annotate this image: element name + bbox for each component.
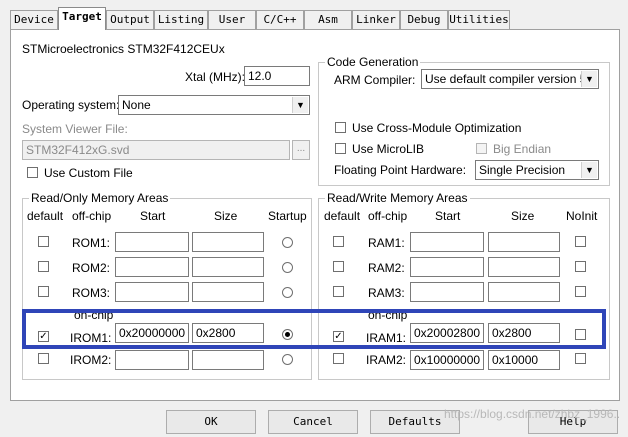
highlight-box <box>22 309 606 349</box>
tab-target[interactable]: Target <box>58 7 106 30</box>
irom2-startup-radio[interactable] <box>282 354 293 365</box>
tab-utilities[interactable]: Utilities <box>448 10 510 29</box>
chevron-down-icon[interactable]: ▼ <box>581 162 597 178</box>
ram3-label: RAM3: <box>368 286 405 300</box>
arm-compiler-label: ARM Compiler: <box>334 73 416 87</box>
ram-header-noinit: NoInit <box>566 209 598 223</box>
ram3-start-input[interactable] <box>410 282 484 302</box>
tab-debug[interactable]: Debug <box>400 10 448 29</box>
ram-header-size: Size <box>511 209 535 223</box>
rom-header-offchip: off-chip <box>72 209 112 223</box>
ram2-size-input[interactable] <box>488 257 560 277</box>
ram1-default-checkbox[interactable] <box>333 236 344 247</box>
microlib-label: Use MicroLIB <box>352 142 425 156</box>
iram2-noinit-checkbox[interactable] <box>575 353 586 364</box>
irom2-default-checkbox[interactable] <box>38 353 49 364</box>
tab-bar: Device Target Output Listing User C/C++ … <box>0 0 628 30</box>
rom2-startup-radio[interactable] <box>282 262 293 273</box>
iram2-default-checkbox[interactable] <box>333 353 344 364</box>
arm-compiler-select[interactable]: Use default compiler version 5 ▼ <box>421 69 599 89</box>
ram-group-title: Read/Write Memory Areas <box>325 191 470 205</box>
tab-device[interactable]: Device <box>10 10 58 29</box>
use-custom-file-checkbox[interactable] <box>27 167 38 178</box>
ram2-label: RAM2: <box>368 261 405 275</box>
os-select[interactable]: None ▼ <box>118 95 310 115</box>
code-generation-title: Code Generation <box>325 55 421 69</box>
svf-browse-button[interactable]: ... <box>292 140 310 160</box>
rom-header-start: Start <box>140 209 166 223</box>
fph-label: Floating Point Hardware: <box>334 163 467 177</box>
tab-asm[interactable]: Asm <box>304 10 352 29</box>
watermark: https://blog.csdn.net/zhbz_1996.. <box>444 407 621 421</box>
rom1-startup-radio[interactable] <box>282 237 293 248</box>
rom1-label: ROM1: <box>72 236 111 250</box>
rom3-default-checkbox[interactable] <box>38 286 49 297</box>
ram3-size-input[interactable] <box>488 282 560 302</box>
rom-group-title: Read/Only Memory Areas <box>29 191 171 205</box>
rom-header-size: Size <box>214 209 238 223</box>
tab-output[interactable]: Output <box>106 10 154 29</box>
rom1-size-input[interactable] <box>192 232 264 252</box>
rom-header-startup: Startup <box>268 209 307 223</box>
tab-linker[interactable]: Linker <box>352 10 400 29</box>
tab-listing[interactable]: Listing <box>154 10 208 29</box>
chevron-down-icon[interactable]: ▼ <box>292 97 308 113</box>
os-label: Operating system: <box>22 98 120 112</box>
microlib-checkbox[interactable] <box>335 143 346 154</box>
iram2-start-input[interactable]: 0x10000000 <box>410 350 484 370</box>
irom2-label: IROM2: <box>70 353 112 367</box>
fph-select[interactable]: Single Precision ▼ <box>475 160 599 180</box>
ram1-start-input[interactable] <box>410 232 484 252</box>
ram2-start-input[interactable] <box>410 257 484 277</box>
big-endian-checkbox[interactable] <box>476 143 487 154</box>
cancel-button[interactable]: Cancel <box>268 410 358 434</box>
big-endian-label: Big Endian <box>493 142 552 156</box>
xtal-label: Xtal (MHz): <box>185 70 245 84</box>
fph-value: Single Precision <box>479 163 566 177</box>
ram-header-start: Start <box>435 209 461 223</box>
rom-header-default: default <box>27 209 64 223</box>
ok-button[interactable]: OK <box>166 410 256 434</box>
cross-module-checkbox[interactable] <box>335 122 346 133</box>
ram-header-offchip: off-chip <box>368 209 408 223</box>
rom3-start-input[interactable] <box>115 282 189 302</box>
rom1-default-checkbox[interactable] <box>38 236 49 247</box>
rom2-size-input[interactable] <box>192 257 264 277</box>
tab-c-cpp[interactable]: C/C++ <box>256 10 304 29</box>
ram1-label: RAM1: <box>368 236 405 250</box>
rom3-startup-radio[interactable] <box>282 287 293 298</box>
rom3-size-input[interactable] <box>192 282 264 302</box>
svf-input[interactable]: STM32F412xG.svd <box>22 140 290 160</box>
irom2-size-input[interactable] <box>192 350 264 370</box>
ram3-noinit-checkbox[interactable] <box>575 286 586 297</box>
arm-compiler-value: Use default compiler version 5 <box>425 72 587 86</box>
ram-header-default: default <box>324 209 361 223</box>
iram2-size-input[interactable]: 0x10000 <box>488 350 560 370</box>
rom3-label: ROM3: <box>72 286 111 300</box>
ram1-size-input[interactable] <box>488 232 560 252</box>
rom2-default-checkbox[interactable] <box>38 261 49 272</box>
rom2-start-input[interactable] <box>115 257 189 277</box>
os-select-value: None <box>122 98 151 112</box>
device-name: STMicroelectronics STM32F412CEUx <box>22 42 225 56</box>
iram2-label: IRAM2: <box>366 353 407 367</box>
use-custom-file-label: Use Custom File <box>44 166 133 180</box>
irom2-start-input[interactable] <box>115 350 189 370</box>
svf-label: System Viewer File: <box>22 122 128 136</box>
xtal-input[interactable]: 12.0 <box>244 66 310 86</box>
ram1-noinit-checkbox[interactable] <box>575 236 586 247</box>
ram3-default-checkbox[interactable] <box>333 286 344 297</box>
ram2-default-checkbox[interactable] <box>333 261 344 272</box>
tab-user[interactable]: User <box>208 10 256 29</box>
rom1-start-input[interactable] <box>115 232 189 252</box>
chevron-down-icon[interactable]: ▼ <box>581 71 597 87</box>
cross-module-label: Use Cross-Module Optimization <box>352 121 522 135</box>
rom2-label: ROM2: <box>72 261 111 275</box>
ram2-noinit-checkbox[interactable] <box>575 261 586 272</box>
